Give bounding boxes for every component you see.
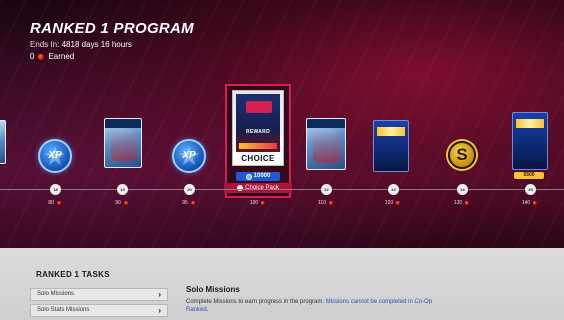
program-point-icon	[55, 200, 62, 206]
program-point-icon	[37, 52, 46, 61]
choice-pack-strip	[239, 143, 277, 149]
stubs-icon	[245, 173, 252, 180]
earned-label: Earned	[48, 52, 75, 61]
task-item-solo-missions[interactable]: Solo Missions ›	[30, 288, 168, 301]
points-value: 90	[115, 200, 121, 206]
mission-title: Solo Missions	[186, 285, 240, 294]
points-value: 130	[453, 200, 463, 206]
task-item-label: Solo Missions	[37, 291, 75, 297]
xp-reward-18[interactable]: ★ XP	[38, 139, 72, 173]
player-pack-22[interactable]	[306, 118, 346, 170]
level-node[interactable]: 20	[184, 184, 195, 195]
choice-pack-art: REWARD	[236, 94, 280, 152]
level-node[interactable]: 19	[117, 184, 128, 195]
choice-pack-price-value: 10000	[253, 173, 271, 179]
earned-value: 0	[30, 52, 35, 61]
level-node[interactable]: 18	[50, 184, 61, 195]
program-point-icon	[532, 200, 539, 206]
tasks-title: RANKED 1 TASKS	[36, 270, 110, 279]
points-value: 120	[384, 200, 394, 206]
points-value: 80	[48, 200, 54, 206]
partial-card-left[interactable]	[0, 120, 6, 164]
xp-label: XP	[182, 150, 196, 161]
ends-in-value: 4818 days 16 hours	[61, 40, 132, 49]
program-screen: RANKED 1 PROGRAM Ends In: 4818 days 16 h…	[0, 0, 564, 320]
box-gold-band	[377, 127, 405, 136]
points-value: 95	[182, 200, 188, 206]
choice-pack-label-text: Choice Pack	[245, 185, 279, 191]
level-node[interactable]: 23	[388, 184, 399, 195]
mission-description-text: Complete Missions to earn progress in th…	[186, 299, 325, 305]
task-item-label: Solo Stats Missions	[37, 307, 90, 313]
points-required: 100	[249, 200, 267, 206]
program-point-icon	[464, 200, 471, 206]
program-point-icon	[260, 200, 267, 206]
chevron-right-icon: ›	[158, 306, 161, 315]
program-logo-icon	[246, 101, 272, 113]
choice-pack-price: 10000	[236, 172, 280, 181]
level-node[interactable]: 22	[321, 184, 332, 195]
points-value: 140	[521, 200, 531, 206]
choice-pack-card[interactable]: REWARD CHOICE	[232, 90, 284, 166]
xp-label: XP	[48, 150, 62, 161]
points-value: 110	[318, 200, 326, 206]
box-gold-band	[516, 119, 544, 128]
progress-track	[0, 189, 564, 190]
stubs-reward-24[interactable]: S	[448, 141, 476, 169]
points-required: 110	[318, 200, 334, 206]
player-pack-19[interactable]	[104, 118, 142, 168]
points-required: 80	[48, 200, 62, 206]
points-required: 120	[384, 200, 402, 206]
stubs-symbol: S	[456, 145, 468, 164]
habit-box-price: 5500	[514, 172, 544, 179]
mission-description: Complete Missions to earn progress in th…	[186, 298, 446, 314]
choice-pack-label: Choice Pack	[224, 183, 292, 193]
points-required: 95	[182, 200, 196, 206]
xp-reward-20[interactable]: ★ XP	[172, 139, 206, 173]
ends-in-label: Ends In:	[30, 40, 60, 49]
program-point-icon	[395, 200, 402, 206]
pack-header	[105, 119, 141, 128]
habit-box-23[interactable]	[373, 120, 409, 172]
program-point-icon	[122, 200, 129, 206]
reward-text: REWARD	[245, 129, 271, 135]
earned-row: 0 Earned	[30, 52, 74, 61]
program-point-icon	[327, 200, 334, 206]
tasks-panel: RANKED 1 TASKS Solo Missions › Solo Stat…	[0, 248, 564, 320]
player-art	[111, 129, 137, 161]
choice-pack-text: CHOICE	[241, 154, 275, 163]
points-required: 140	[521, 200, 539, 206]
points-value: 100	[249, 200, 259, 206]
habit-box-25[interactable]	[512, 112, 548, 170]
player-art	[313, 129, 341, 163]
node-icon	[237, 185, 244, 191]
chevron-right-icon: ›	[158, 290, 161, 299]
program-title: RANKED 1 PROGRAM	[30, 20, 194, 37]
points-required: 90	[115, 200, 129, 206]
task-item-solo-stats-missions[interactable]: Solo Stats Missions ›	[30, 304, 168, 317]
level-node[interactable]: 25	[525, 184, 536, 195]
pack-header	[307, 119, 345, 128]
program-point-icon	[189, 200, 196, 206]
ends-in-row: Ends In: 4818 days 16 hours	[30, 40, 132, 49]
level-node[interactable]: 24	[457, 184, 468, 195]
points-required: 130	[453, 200, 471, 206]
